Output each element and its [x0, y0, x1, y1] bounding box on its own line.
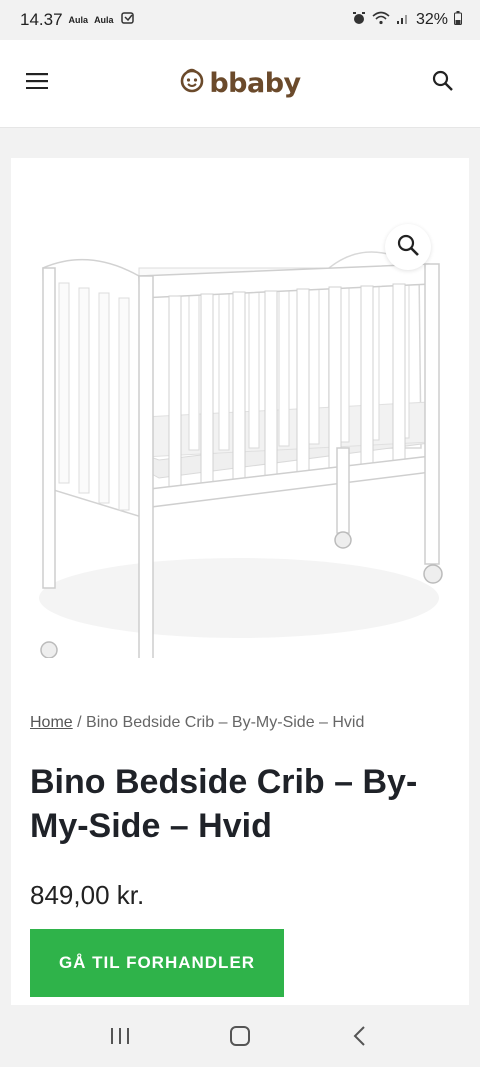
- system-nav-bar: [0, 1005, 480, 1067]
- home-icon[interactable]: [220, 1016, 260, 1056]
- notification-aula-2: Aula: [94, 15, 114, 25]
- alarm-icon: [352, 11, 366, 30]
- site-logo[interactable]: bbaby: [179, 68, 301, 99]
- zoom-image-button[interactable]: [385, 224, 431, 270]
- search-icon[interactable]: [432, 70, 454, 97]
- magnifier-icon: [396, 233, 420, 262]
- logo-text: bbaby: [209, 68, 301, 99]
- breadcrumb: Home / Bino Bedside Crib – By-My-Side – …: [30, 714, 364, 732]
- wifi-icon: [372, 11, 390, 30]
- breadcrumb-home-link[interactable]: Home: [30, 714, 73, 731]
- status-bar: 14.37 Aula Aula 32%: [0, 0, 480, 40]
- notification-app-icon: [120, 10, 136, 31]
- battery-icon: [454, 10, 462, 30]
- hamburger-menu-icon[interactable]: [26, 73, 48, 94]
- notification-aula-1: Aula: [68, 15, 89, 25]
- go-to-retailer-button[interactable]: GÅ TIL FORHANDLER: [30, 929, 284, 997]
- product-image[interactable]: [29, 228, 449, 714]
- site-header: bbaby: [0, 40, 480, 128]
- baby-face-icon: [179, 68, 205, 99]
- product-title: Bino Bedside Crib – By-My-Side – Hvid: [30, 763, 418, 845]
- breadcrumb-separator: /: [77, 714, 82, 731]
- battery-level: 32%: [415, 11, 448, 28]
- signal-icon: [396, 11, 410, 30]
- status-time: 14.37: [20, 10, 63, 29]
- back-icon[interactable]: [340, 1016, 380, 1056]
- product-card: Home / Bino Bedside Crib – By-My-Side – …: [11, 158, 469, 1018]
- product-price: 849,00 kr.: [30, 880, 145, 910]
- breadcrumb-current: Bino Bedside Crib – By-My-Side – Hvid: [86, 714, 365, 731]
- recent-apps-icon[interactable]: [100, 1016, 140, 1056]
